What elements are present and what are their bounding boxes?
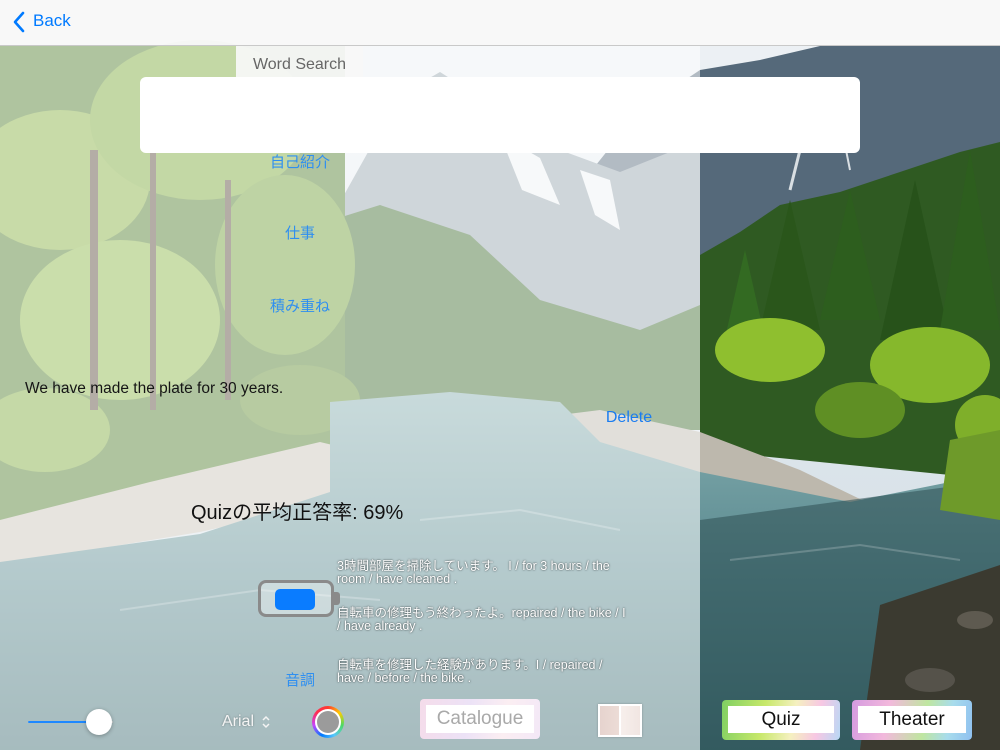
quiz-average-value: 69% xyxy=(363,502,404,524)
category-accumulation[interactable]: 積み重ね xyxy=(240,297,360,317)
theater-label: Theater xyxy=(858,706,966,733)
back-label: Back xyxy=(33,11,71,30)
navigation-bar: Back xyxy=(0,0,1000,46)
current-sentence: We have made the plate for 30 years. xyxy=(25,380,284,397)
slider-thumb[interactable] xyxy=(85,709,112,735)
word-search-input[interactable] xyxy=(140,77,860,153)
sentence-item[interactable]: 自転車を修理した経験があります。I / repaired / have / be… xyxy=(337,659,632,685)
search-tab-label: Word Search xyxy=(236,46,363,77)
delete-button[interactable]: Delete xyxy=(595,408,663,428)
toggle-nub xyxy=(334,592,340,605)
category-self-introduction[interactable]: 自己紹介 xyxy=(240,153,360,173)
selected-color-swatch xyxy=(317,711,339,733)
font-name: Arial xyxy=(222,713,255,730)
theater-button[interactable]: Theater xyxy=(852,700,972,740)
color-wheel-icon[interactable] xyxy=(312,706,344,738)
font-select[interactable]: Arial xyxy=(222,712,271,732)
catalogue-label: Catalogue xyxy=(426,705,534,733)
quiz-average-score: Quizの平均正答率: 69% xyxy=(191,501,403,525)
color-wheel-gap xyxy=(315,709,341,735)
category-work[interactable]: 仕事 xyxy=(240,224,360,244)
toggle-switch[interactable] xyxy=(258,580,334,617)
toggle-knob xyxy=(275,589,315,610)
theme-thumbnail[interactable] xyxy=(598,704,642,737)
back-button[interactable]: Back xyxy=(8,0,88,45)
quiz-label: Quiz xyxy=(728,706,834,733)
quiz-button[interactable]: Quiz xyxy=(722,700,840,740)
font-size-slider[interactable] xyxy=(28,709,113,735)
thumbnail-divider xyxy=(619,706,621,735)
sentence-item[interactable]: 自転車の修理もう終わったよ。repaired / the bike / I / … xyxy=(337,607,632,633)
sentence-item[interactable]: 3時間部屋を掃除しています。 I / for 3 hours / the roo… xyxy=(337,560,632,586)
quiz-average-label: Quizの平均正答率: xyxy=(191,502,358,524)
chevron-left-icon xyxy=(13,11,25,33)
updown-chevron-icon xyxy=(262,715,270,728)
catalogue-button[interactable]: Catalogue xyxy=(420,699,540,739)
